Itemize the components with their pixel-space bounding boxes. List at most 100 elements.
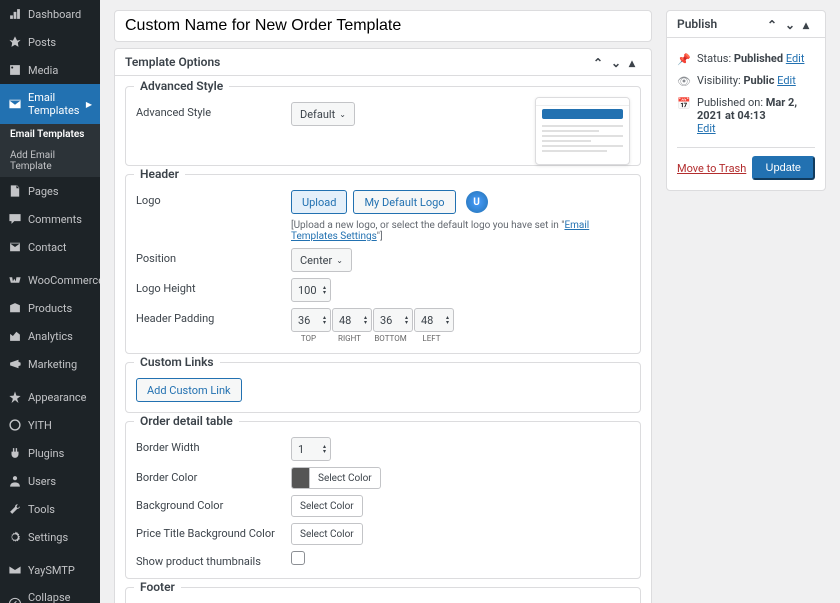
sidebar-item-label: Settings xyxy=(28,531,68,544)
section-footer: Footer Left Logo Upload My Default Logo … xyxy=(125,587,641,603)
chevron-right-icon: ▶ xyxy=(86,100,92,109)
sidebar-item-email-templates[interactable]: Email Templates ▶ xyxy=(0,84,100,124)
logo-label: Logo xyxy=(136,190,291,207)
yaysmtp-icon xyxy=(8,563,22,577)
sidebar-item-yaysmtp[interactable]: YaySMTP xyxy=(0,556,100,584)
sidebar-item-settings[interactable]: Settings xyxy=(0,523,100,551)
edit-status-link[interactable]: Edit xyxy=(786,52,805,65)
template-options-postbox: Template Options ⌃ ⌄ ▴ Advanced Style Ad… xyxy=(114,48,652,603)
sidebar-item-dashboard[interactable]: Dashboard xyxy=(0,0,100,28)
sidebar-item-label: Comments xyxy=(28,213,82,226)
bg-color-picker[interactable]: Select Color xyxy=(291,495,363,517)
border-color-label: Border Color xyxy=(136,467,291,484)
submenu-email-templates[interactable]: Email Templates xyxy=(0,124,100,145)
update-button[interactable]: Update xyxy=(752,156,815,180)
position-label: Position xyxy=(136,248,291,265)
border-width-label: Border Width xyxy=(136,437,291,454)
sidebar-item-label: Pages xyxy=(28,185,59,198)
publish-postbox: Publish ⌃ ⌄ ▴ 📌 Status: Published Edit 👁 xyxy=(666,10,826,191)
section-legend: Advanced Style xyxy=(134,79,229,93)
border-width-input[interactable]: 1▴▾ xyxy=(291,437,331,461)
sidebar-item-tools[interactable]: Tools xyxy=(0,495,100,523)
edit-date-link[interactable]: Edit xyxy=(697,122,716,135)
border-color-picker[interactable]: Select Color xyxy=(291,467,381,489)
logo-help-text: [Upload a new logo, or select the defaul… xyxy=(291,220,630,242)
chevron-down-icon[interactable]: ⌄ xyxy=(611,56,623,68)
sidebar-item-comments[interactable]: Comments xyxy=(0,205,100,233)
sidebar-item-posts[interactable]: Posts xyxy=(0,28,100,56)
edit-visibility-link[interactable]: Edit xyxy=(777,74,796,87)
email-icon xyxy=(8,97,22,111)
settings-icon xyxy=(8,530,22,544)
chevron-up-icon[interactable]: ⌃ xyxy=(593,56,605,68)
section-legend: Order detail table xyxy=(134,414,239,428)
admin-sidebar: Dashboard Posts Media Email Templates ▶ … xyxy=(0,0,100,603)
sidebar-item-label: Products xyxy=(28,302,72,315)
padding-right-input[interactable]: 48▴▾ xyxy=(332,308,372,332)
padding-caption: LEFT xyxy=(414,334,449,343)
sidebar-item-media[interactable]: Media xyxy=(0,56,100,84)
logo-height-input[interactable]: 100 ▴▾ xyxy=(291,278,331,302)
publish-title: Publish xyxy=(677,17,717,31)
sidebar-item-contact[interactable]: Contact xyxy=(0,233,100,261)
template-title-input[interactable] xyxy=(114,10,652,42)
appearance-icon xyxy=(8,390,22,404)
chevron-down-icon[interactable]: ⌄ xyxy=(785,18,797,30)
sidebar-item-appearance[interactable]: Appearance xyxy=(0,383,100,411)
sidebar-item-analytics[interactable]: Analytics xyxy=(0,322,100,350)
visibility-icon: 👁 xyxy=(677,74,691,88)
sidebar-item-yith[interactable]: YITH xyxy=(0,411,100,439)
sidebar-item-label: Appearance xyxy=(28,391,87,404)
toggle-icon[interactable]: ▴ xyxy=(803,18,815,30)
padding-caption: BOTTOM xyxy=(373,334,408,343)
plugin-icon xyxy=(8,446,22,460)
sidebar-item-label: YaySMTP xyxy=(28,564,75,577)
chevron-down-icon: ⌄ xyxy=(339,110,346,119)
toggle-icon[interactable]: ▴ xyxy=(629,56,641,68)
section-advanced-style: Advanced Style Advanced Style Default ⌄ xyxy=(125,86,641,166)
section-legend: Footer xyxy=(134,580,181,594)
analytics-icon xyxy=(8,329,22,343)
price-title-bg-label: Price Title Background Color xyxy=(136,523,291,540)
sidebar-item-label: Contact xyxy=(28,241,66,254)
advanced-style-select[interactable]: Default ⌄ xyxy=(291,102,355,126)
sidebar-item-collapse[interactable]: Collapse menu xyxy=(0,584,100,603)
sidebar-item-users[interactable]: Users xyxy=(0,467,100,495)
sidebar-item-marketing[interactable]: Marketing xyxy=(0,350,100,378)
padding-left-input[interactable]: 48▴▾ xyxy=(414,308,454,332)
calendar-icon: 📅 xyxy=(677,96,691,110)
sidebar-item-label: Media xyxy=(28,64,58,77)
position-select[interactable]: Center ⌄ xyxy=(291,248,352,272)
sidebar-item-label: YITH xyxy=(28,419,52,432)
woocommerce-icon xyxy=(8,273,22,287)
user-icon xyxy=(8,474,22,488)
add-custom-link-button[interactable]: Add Custom Link xyxy=(136,378,242,402)
pin-icon: 📌 xyxy=(677,52,691,66)
move-to-trash-link[interactable]: Move to Trash xyxy=(677,162,746,175)
upload-button[interactable]: Upload xyxy=(291,190,347,214)
padding-bottom-input[interactable]: 36▴▾ xyxy=(373,308,413,332)
sidebar-item-woocommerce[interactable]: WooCommerce xyxy=(0,266,100,294)
section-custom-links: Custom Links Add Custom Link xyxy=(125,362,641,413)
price-title-bg-color-picker[interactable]: Select Color xyxy=(291,523,363,545)
submenu-add-email-template[interactable]: Add Email Template xyxy=(0,145,100,177)
comment-icon xyxy=(8,212,22,226)
sidebar-item-plugins[interactable]: Plugins xyxy=(0,439,100,467)
padding-top-input[interactable]: 36▴▾ xyxy=(291,308,331,332)
sidebar-item-label: Collapse menu xyxy=(28,591,92,603)
sidebar-item-label: Plugins xyxy=(28,447,64,460)
contact-icon xyxy=(8,240,22,254)
thumbnails-checkbox[interactable] xyxy=(291,551,305,565)
main-content: Template Options ⌃ ⌄ ▴ Advanced Style Ad… xyxy=(100,0,840,603)
section-order-detail: Order detail table Border Width 1▴▾ Bord… xyxy=(125,421,641,579)
sidebar-item-label: Posts xyxy=(28,36,56,49)
published-on-text: Published on: Mar 2, 2021 at 04:13 Edit xyxy=(697,96,815,135)
pin-icon xyxy=(8,35,22,49)
collapse-icon xyxy=(8,597,22,603)
dashboard-icon xyxy=(8,7,22,21)
my-default-logo-button[interactable]: My Default Logo xyxy=(353,190,455,214)
status-text: Status: Published Edit xyxy=(697,52,804,65)
sidebar-item-pages[interactable]: Pages xyxy=(0,177,100,205)
chevron-up-icon[interactable]: ⌃ xyxy=(767,18,779,30)
sidebar-item-products[interactable]: Products xyxy=(0,294,100,322)
